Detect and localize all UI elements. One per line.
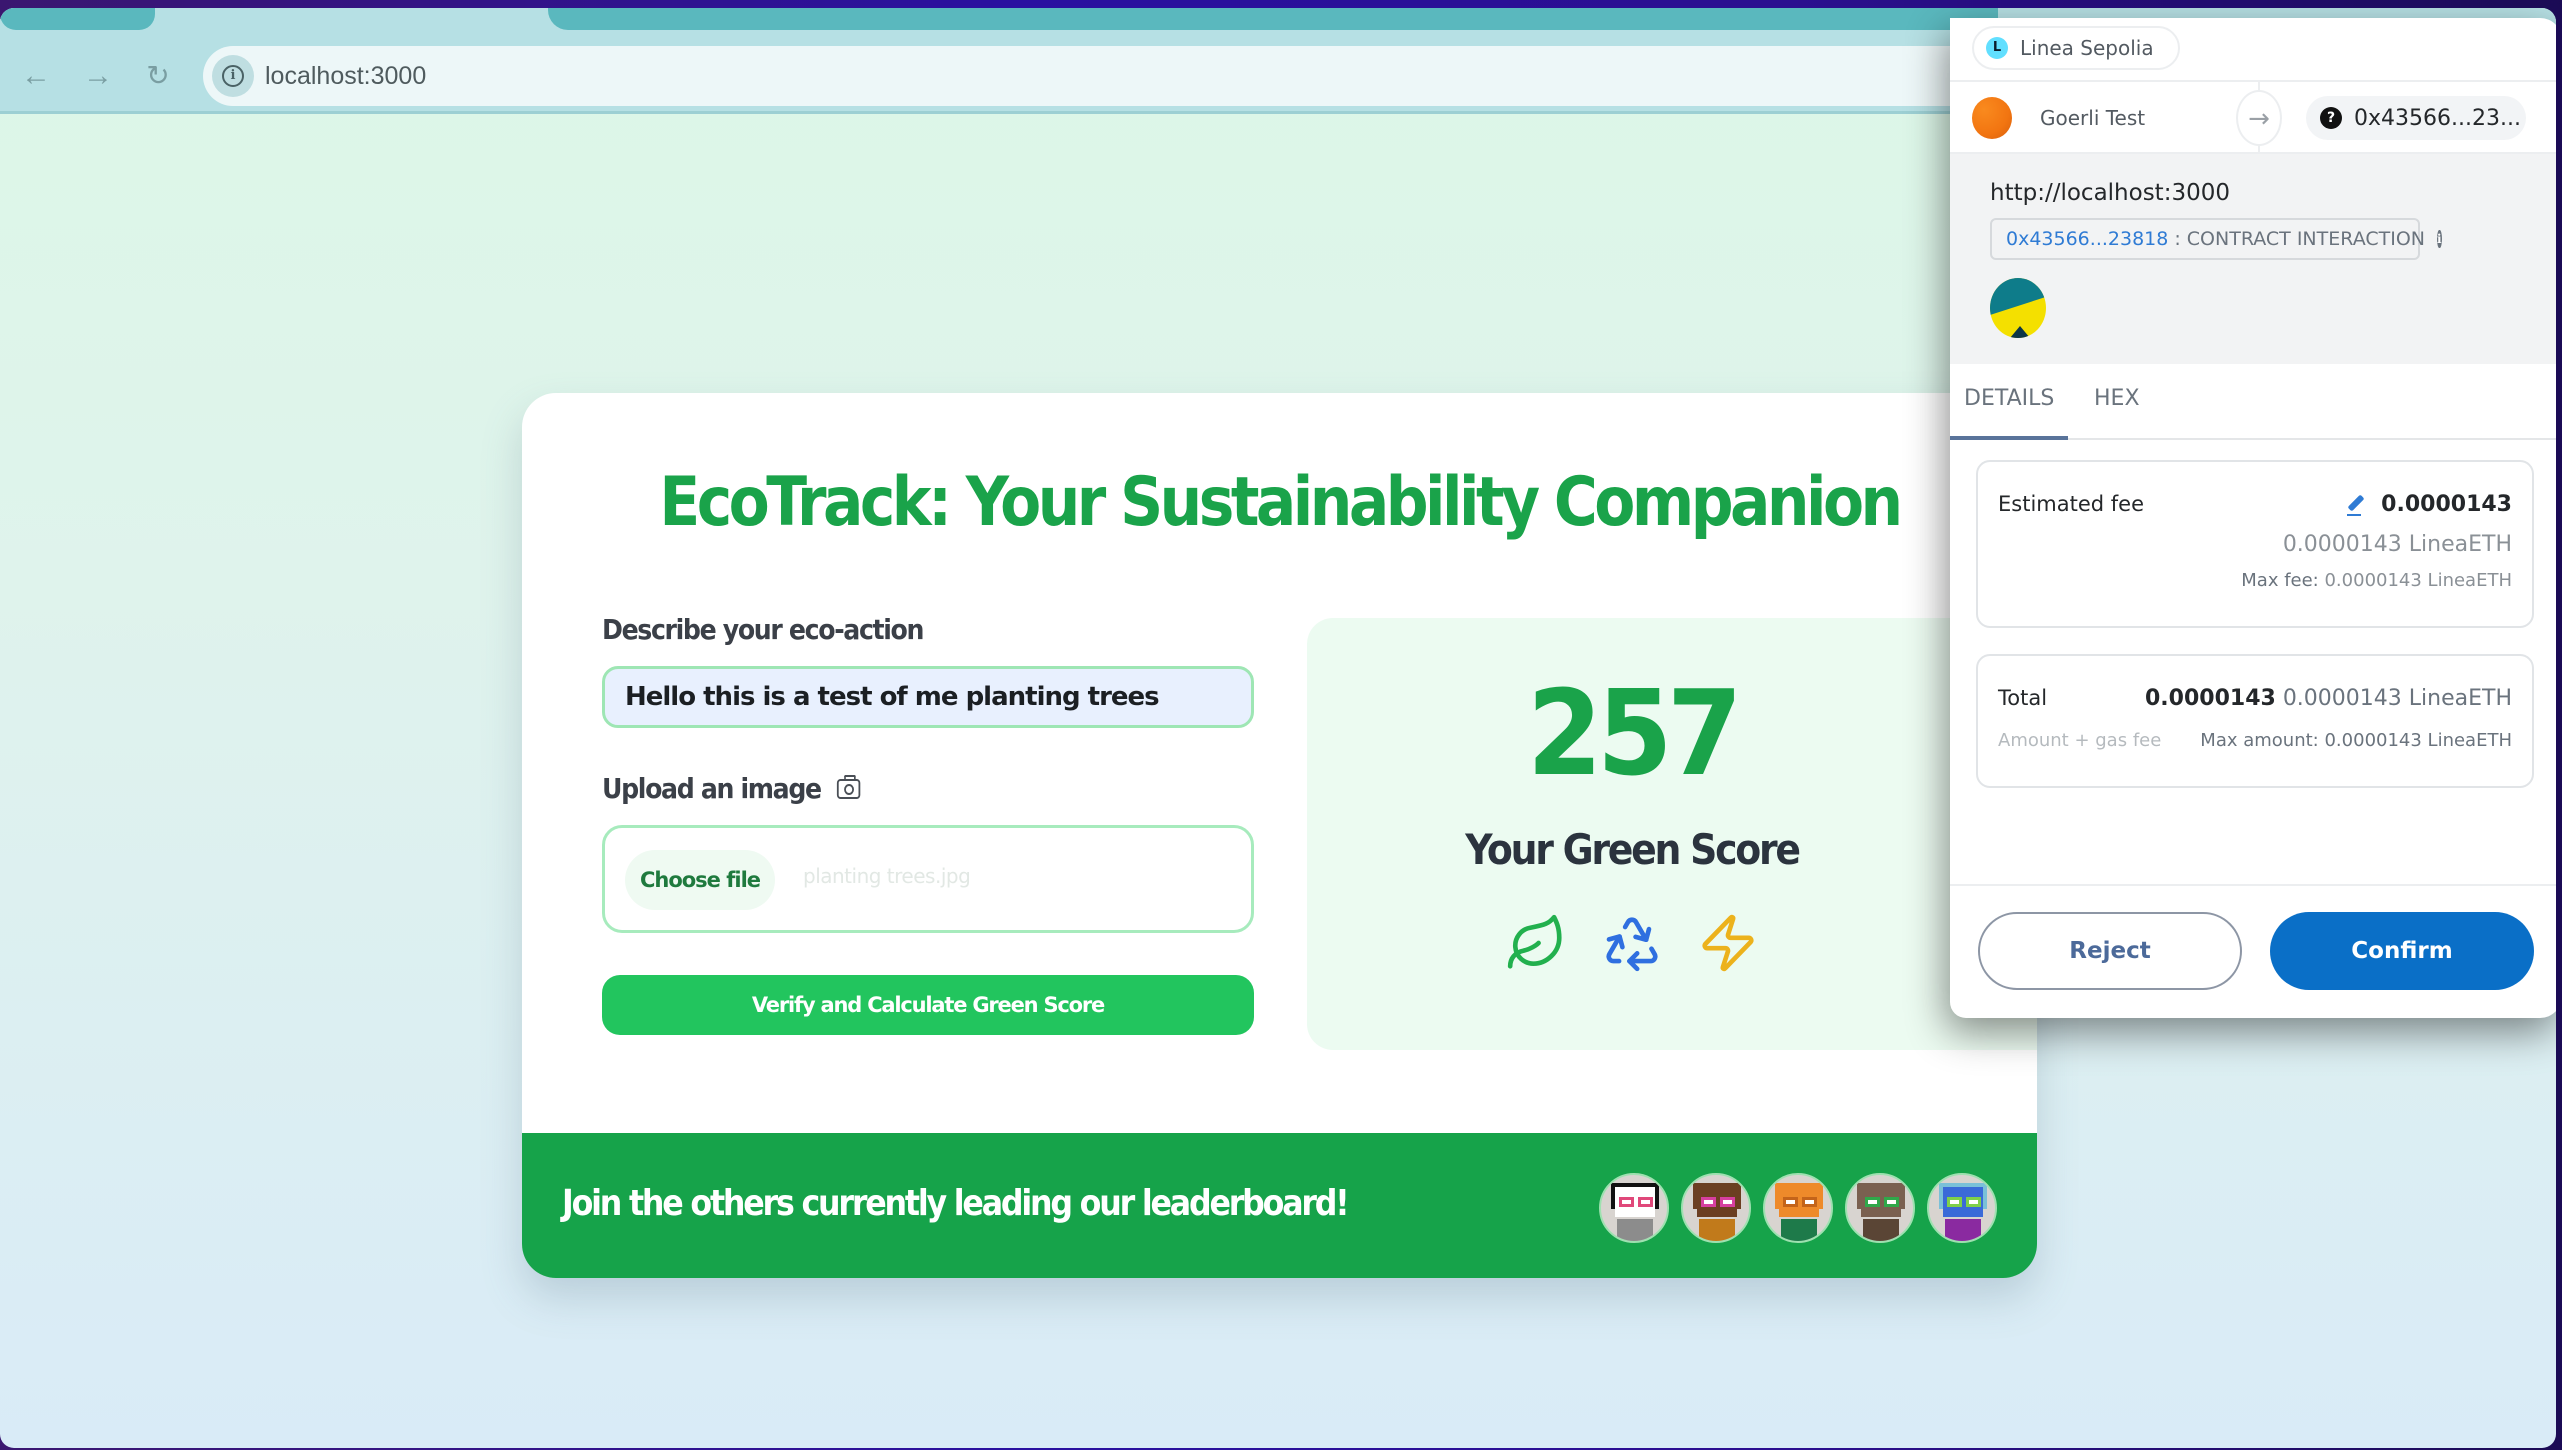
leaderboard-text: Join the others currently leading our le… xyxy=(562,1183,1350,1224)
network-name: Linea Sepolia xyxy=(2020,36,2154,60)
address-bar[interactable]: i localhost:3000 xyxy=(203,46,2003,106)
total-amount: 0.0000143 0.0000143 LineaETH xyxy=(2145,686,2512,711)
info-icon[interactable]: i xyxy=(2437,230,2442,248)
estimated-fee-card: Estimated fee 0.0000143 0.0000143 LineaE… xyxy=(1976,460,2534,628)
eco-action-form: Describe your eco-action Hello this is a… xyxy=(602,613,1254,1035)
avatar-body xyxy=(1945,1219,1981,1241)
to-address: 0x43566...23... xyxy=(2354,105,2521,131)
site-info-button[interactable]: i xyxy=(212,55,254,97)
reject-button[interactable]: Reject xyxy=(1978,912,2242,990)
avatar-glasses xyxy=(1619,1197,1653,1207)
amount-gas-label: Amount + gas fee xyxy=(1998,730,2162,751)
popup-actions: Reject Confirm xyxy=(1950,884,2556,1018)
description-label-text: Describe your eco-action xyxy=(602,613,924,646)
max-amount-value: 0.0000143 LineaETH xyxy=(2324,730,2512,751)
leaderboard-avatar-fish[interactable] xyxy=(1681,1173,1751,1243)
back-arrow-icon[interactable]: ← xyxy=(16,56,56,96)
max-fee: Max fee: 0.0000143 LineaETH xyxy=(2241,570,2512,591)
lightning-icon xyxy=(1702,914,1754,972)
wallet-confirmation-popup: L Linea Sepolia Goerli Test → ? 0x43566.… xyxy=(1950,18,2556,1018)
estimated-fee-value: 0.0000143 xyxy=(2381,492,2512,517)
account-row: Goerli Test → ? 0x43566...23... xyxy=(1950,80,2556,154)
leaderboard-avatar-panda[interactable] xyxy=(1599,1173,1669,1243)
page-title: EcoTrack: Your Sustainability Companion xyxy=(659,463,1903,542)
leaderboard-banner: Join the others currently leading our le… xyxy=(522,1133,2037,1278)
choose-file-button[interactable]: Choose file xyxy=(625,850,775,910)
leaf-icon xyxy=(1507,914,1562,969)
avatar-glasses xyxy=(1701,1197,1735,1207)
total-label: Total xyxy=(1998,686,2048,710)
green-score-label: Your Green Score xyxy=(1465,825,1801,874)
green-score-value: 257 xyxy=(1526,664,1743,802)
confirm-button[interactable]: Confirm xyxy=(2270,912,2534,990)
max-amount-label: Max amount: xyxy=(2200,730,2319,751)
tab-hex[interactable]: HEX xyxy=(2094,386,2140,411)
verify-calculate-button[interactable]: Verify and Calculate Green Score xyxy=(602,975,1254,1035)
estimated-fee-label: Estimated fee xyxy=(1998,492,2144,516)
avatar-body xyxy=(1699,1219,1735,1241)
contract-interaction-badge: 0x43566...23818 : CONTRACT INTERACTION i xyxy=(1990,218,2442,260)
avatar-glasses xyxy=(1783,1197,1817,1207)
browser-tab[interactable] xyxy=(0,8,155,30)
avatar-glasses xyxy=(1865,1197,1899,1207)
score-icons xyxy=(1307,912,1957,974)
linea-network-icon: L xyxy=(1986,37,2008,59)
ecotrack-card: EcoTrack: Your Sustainability Companion … xyxy=(522,393,2037,1278)
edit-pencil-icon[interactable] xyxy=(2347,496,2365,516)
arrow-right-icon: → xyxy=(2236,90,2282,146)
description-label: Describe your eco-action xyxy=(602,613,1189,646)
leaderboard-avatar-fox[interactable] xyxy=(1763,1173,1833,1243)
total-value: 0.0000143 xyxy=(2144,686,2276,711)
upload-label: Upload an image xyxy=(602,772,1189,805)
max-amount: Max amount: 0.0000143 LineaETH xyxy=(2200,730,2512,751)
max-fee-value: 0.0000143 LineaETH xyxy=(2324,570,2512,591)
avatar-body xyxy=(1617,1219,1653,1241)
forward-arrow-icon[interactable]: → xyxy=(78,56,118,96)
green-score-panel: 257 Your Green Score xyxy=(1307,618,2037,1050)
leaderboard-avatar-jar[interactable] xyxy=(1927,1173,1997,1243)
file-upload-field[interactable]: Choose file planting trees.jpg xyxy=(602,825,1254,933)
avatar-body xyxy=(1863,1219,1899,1241)
contract-interaction-label: : CONTRACT INTERACTION xyxy=(2174,228,2425,250)
avatar-glasses xyxy=(1947,1197,1981,1207)
total-card: Total 0.0000143 0.0000143 LineaETH Amoun… xyxy=(1976,654,2534,788)
contract-identicon xyxy=(1990,278,2046,338)
question-icon: ? xyxy=(2320,107,2342,129)
leaderboard-avatar-goat[interactable] xyxy=(1845,1173,1915,1243)
url-text[interactable]: localhost:3000 xyxy=(265,62,426,91)
transaction-origin: http://localhost:3000 0x43566...23818 : … xyxy=(1950,154,2556,364)
active-tab-indicator xyxy=(1950,436,2068,440)
contract-address-link[interactable]: 0x43566...23818 xyxy=(2006,228,2168,250)
network-selector[interactable]: L Linea Sepolia xyxy=(1972,26,2180,70)
browser-tab[interactable] xyxy=(548,8,1998,30)
info-icon: i xyxy=(222,65,244,87)
total-converted: 0.0000143 LineaETH xyxy=(2282,686,2512,711)
browser-window: ← → ↻ i localhost:3000 EcoTrack: Your Su… xyxy=(0,8,2556,1448)
selected-file-name: planting trees.jpg xyxy=(803,864,971,888)
tab-details[interactable]: DETAILS xyxy=(1964,386,2054,411)
upload-label-text: Upload an image xyxy=(602,772,822,805)
leaderboard-avatars xyxy=(1599,1173,1997,1243)
estimated-fee-main: 0.0000143 xyxy=(2347,492,2512,517)
origin-url: http://localhost:3000 xyxy=(1990,180,2230,206)
from-account-name[interactable]: Goerli Test xyxy=(2040,106,2145,130)
recycle-icon xyxy=(1606,917,1658,972)
avatar-body xyxy=(1781,1219,1817,1241)
eco-action-input[interactable]: Hello this is a test of me planting tree… xyxy=(602,666,1254,728)
details-tabs: DETAILS HEX xyxy=(1950,364,2556,440)
to-address-pill[interactable]: ? 0x43566...23... xyxy=(2306,96,2526,140)
account-avatar xyxy=(1972,97,2012,139)
max-fee-label: Max fee: xyxy=(2241,570,2319,591)
reload-icon[interactable]: ↻ xyxy=(138,56,178,96)
estimated-fee-converted: 0.0000143 LineaETH xyxy=(2282,532,2512,557)
camera-icon xyxy=(836,774,861,799)
